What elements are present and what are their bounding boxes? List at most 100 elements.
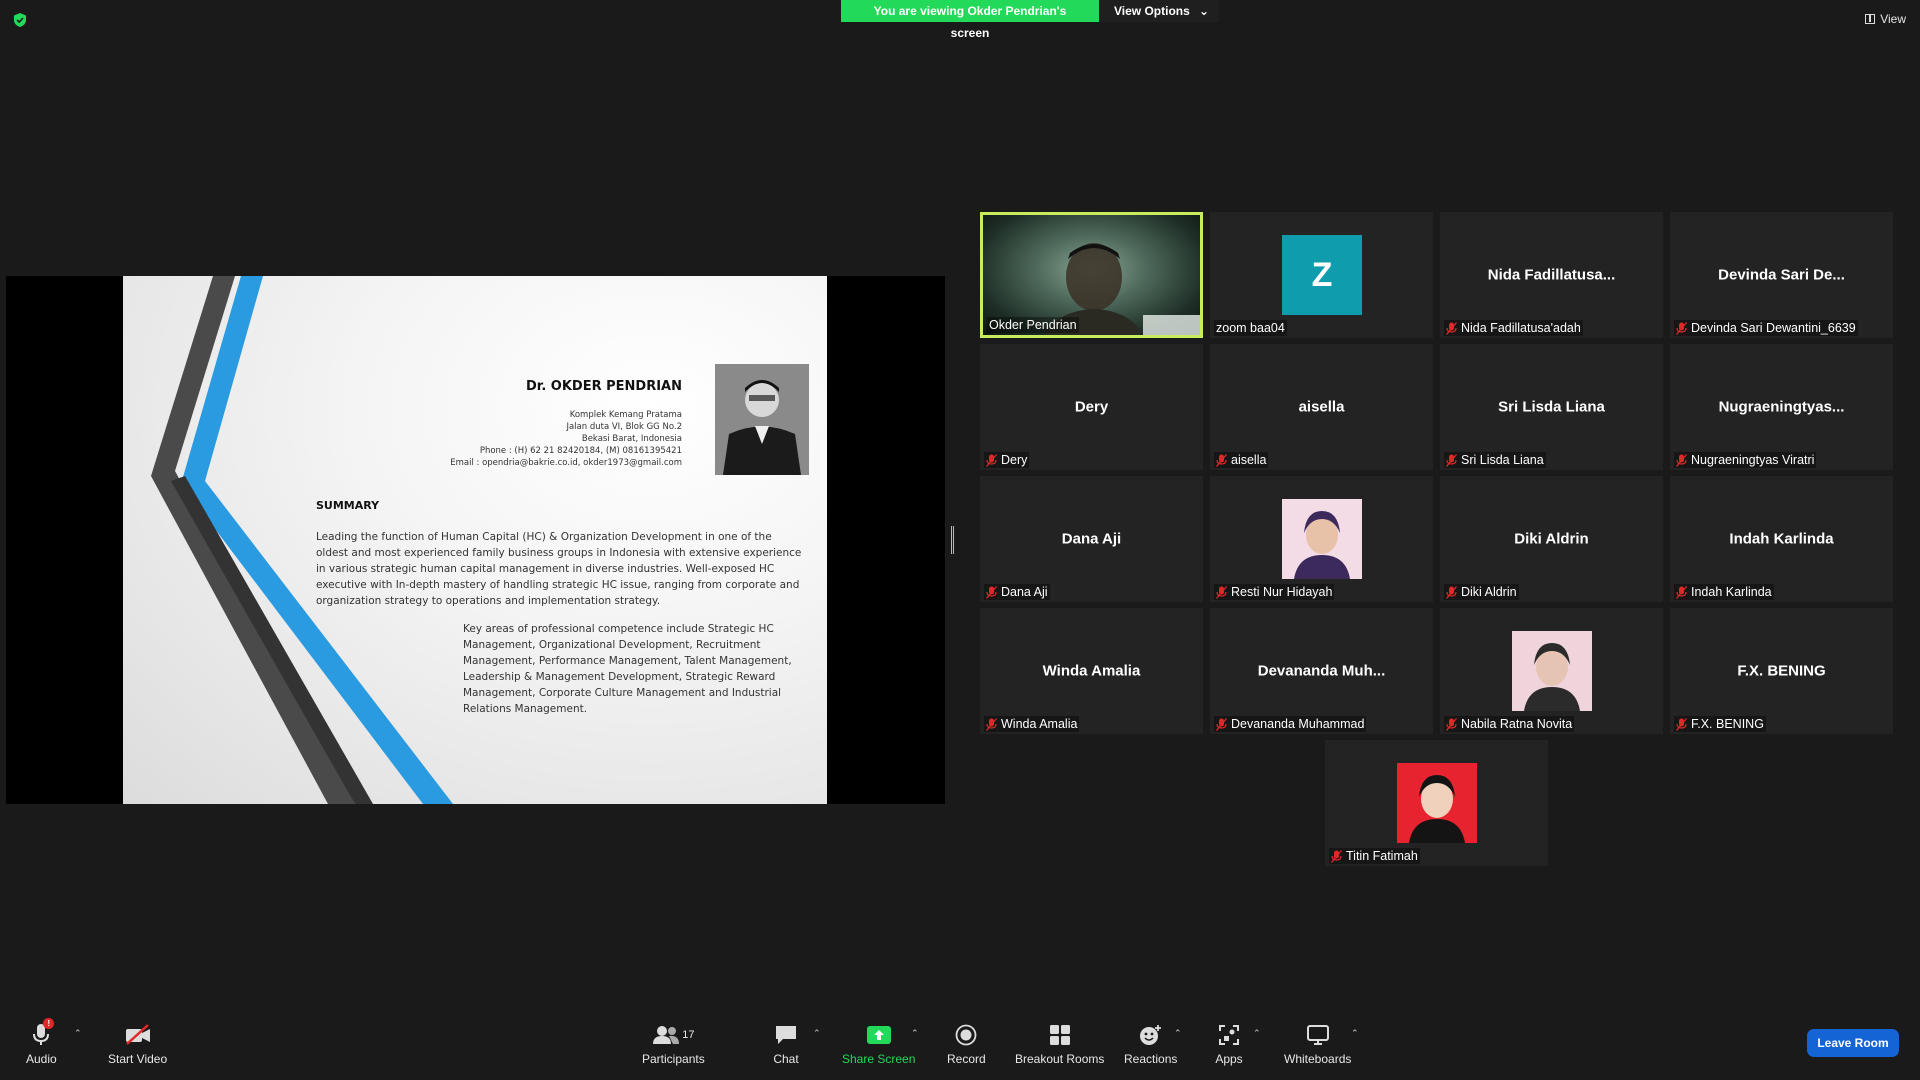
participant-name: Devinda Sari Dewantini_6639 xyxy=(1691,321,1856,335)
participant-name-label: Nida Fadillatusa'adah xyxy=(1444,320,1583,336)
participant-display-name: Nugraeningtyas... xyxy=(1718,398,1845,416)
record-icon xyxy=(951,1020,981,1050)
video-off-icon xyxy=(123,1020,153,1050)
participant-tile[interactable]: Devinda Sari De... Devinda Sari Dewantini… xyxy=(1670,212,1893,338)
participant-name-label: zoom baa04 xyxy=(1214,320,1287,336)
reactions-options-caret[interactable]: ⌃ xyxy=(1174,1028,1182,1039)
participant-tile[interactable]: Indah Karlinda Indah Karlinda xyxy=(1670,476,1893,602)
breakout-rooms-icon xyxy=(1045,1020,1075,1050)
whiteboards-options-caret[interactable]: ⌃ xyxy=(1351,1028,1359,1039)
participant-name: Sri Lisda Liana xyxy=(1461,453,1544,467)
participant-tile[interactable]: Titin Fatimah xyxy=(1325,740,1548,866)
view-options-button[interactable]: View Options ⌄ xyxy=(1099,0,1219,22)
leave-room-button[interactable]: Leave Room xyxy=(1807,1029,1899,1057)
participant-tile[interactable]: Dery Dery xyxy=(980,344,1203,470)
participant-name-label: Titin Fatimah xyxy=(1329,848,1420,864)
share-screen-icon xyxy=(864,1020,894,1050)
participant-display-name: Indah Karlinda xyxy=(1729,530,1834,548)
whiteboards-button[interactable]: Whiteboards xyxy=(1284,1020,1351,1066)
security-shield-icon[interactable] xyxy=(12,12,28,28)
participant-tile[interactable]: Winda Amalia Winda Amalia xyxy=(980,608,1203,734)
chat-button[interactable]: Chat xyxy=(771,1020,801,1066)
participant-name-label: Resti Nur Hidayah xyxy=(1214,584,1335,600)
competence-paragraph: Key areas of professional competence inc… xyxy=(463,623,792,715)
participant-name-label: Nabila Ratna Novita xyxy=(1444,716,1575,732)
participant-display-name: Devinda Sari De... xyxy=(1718,266,1845,284)
apps-button[interactable]: Apps xyxy=(1214,1020,1244,1066)
participant-name: Nabila Ratna Novita xyxy=(1461,717,1573,731)
meeting-toolbar: ! Audio ⌃ Start Video 17 Participants Ch… xyxy=(0,1010,1920,1080)
participant-name-label: Indah Karlinda xyxy=(1674,584,1774,600)
presentation-slide: Dr. OKDER PENDRIAN Komplek Kemang Pratam… xyxy=(123,276,827,804)
share-options-caret[interactable]: ⌃ xyxy=(911,1028,919,1039)
audio-options-caret[interactable]: ⌃ xyxy=(74,1028,82,1039)
participant-display-name: F.X. BENING xyxy=(1737,662,1826,680)
participant-tile[interactable]: Diki Aldrin Diki Aldrin xyxy=(1440,476,1663,602)
participant-name: F.X. BENING xyxy=(1691,717,1764,731)
muted-microphone-icon xyxy=(1446,585,1457,599)
participant-name: zoom baa04 xyxy=(1216,321,1285,335)
participant-tile[interactable]: Nabila Ratna Novita xyxy=(1440,608,1663,734)
speaker-photo xyxy=(715,364,809,475)
participant-tile[interactable]: Nida Fadillatusa... Nida Fadillatusa'adah xyxy=(1440,212,1663,338)
reactions-button[interactable]: Reactions xyxy=(1124,1020,1177,1066)
participant-display-name: Devananda Muh... xyxy=(1257,662,1386,680)
chat-label: Chat xyxy=(773,1052,799,1066)
split-view-divider-handle[interactable] xyxy=(951,526,954,554)
participant-display-name: Sri Lisda Liana xyxy=(1498,398,1605,416)
start-video-label: Start Video xyxy=(108,1052,168,1066)
participant-name-label: Devinda Sari Dewantini_6639 xyxy=(1674,320,1858,336)
participant-name-label: Devananda Muhammad xyxy=(1214,716,1367,732)
view-button[interactable]: View xyxy=(1865,12,1906,26)
participant-tile[interactable]: Devananda Muh... Devananda Muhammad xyxy=(1210,608,1433,734)
share-screen-button[interactable]: Share Screen xyxy=(842,1020,915,1066)
record-label: Record xyxy=(947,1052,986,1066)
record-button[interactable]: Record xyxy=(947,1020,986,1066)
participant-name: Diki Aldrin xyxy=(1461,585,1517,599)
participant-tile[interactable]: Nugraeningtyas... Nugraeningtyas Viratri xyxy=(1670,344,1893,470)
audio-button[interactable]: ! Audio xyxy=(26,1018,57,1066)
participant-name-label: Dery xyxy=(984,452,1030,468)
participant-name: Nida Fadillatusa'adah xyxy=(1461,321,1581,335)
screen-share-banner: You are viewing Okder Pendrian's screen … xyxy=(841,0,1219,40)
gallery-view-icon xyxy=(1865,14,1876,24)
profile-photo xyxy=(1282,499,1362,579)
participant-tile[interactable]: Okder Pendrian xyxy=(980,212,1203,338)
chat-icon xyxy=(771,1020,801,1050)
participant-name-label: Sri Lisda Liana xyxy=(1444,452,1546,468)
participant-display-name: Dana Aji xyxy=(1061,530,1122,548)
participant-name: Winda Amalia xyxy=(1001,717,1078,731)
microphone-icon: ! xyxy=(26,1018,56,1050)
participant-tile[interactable]: Resti Nur Hidayah xyxy=(1210,476,1433,602)
address-line: Bekasi Barat, Indonesia xyxy=(581,434,682,444)
reactions-icon xyxy=(1136,1020,1166,1050)
muted-microphone-icon xyxy=(1331,849,1342,863)
apps-options-caret[interactable]: ⌃ xyxy=(1253,1028,1261,1039)
breakout-rooms-button[interactable]: Breakout Rooms xyxy=(1015,1020,1104,1066)
whiteboard-icon xyxy=(1303,1020,1333,1050)
participant-tile[interactable]: F.X. BENING F.X. BENING xyxy=(1670,608,1893,734)
participant-tile[interactable]: aisella aisella xyxy=(1210,344,1433,470)
reactions-label: Reactions xyxy=(1124,1052,1178,1066)
muted-microphone-icon xyxy=(986,717,997,731)
phone-line: Phone : (H) 62 21 82420184, (M) 08161395… xyxy=(479,446,682,456)
participant-name-label: Okder Pendrian xyxy=(987,317,1079,333)
participant-name-label: Winda Amalia xyxy=(984,716,1080,732)
participant-name: Indah Karlinda xyxy=(1691,585,1772,599)
apps-label: Apps xyxy=(1215,1052,1243,1066)
chat-options-caret[interactable]: ⌃ xyxy=(813,1028,821,1039)
participant-name: Dana Aji xyxy=(1001,585,1048,599)
participant-tile[interactable]: Dana Aji Dana Aji xyxy=(980,476,1203,602)
participants-button[interactable]: 17 Participants xyxy=(642,1020,705,1066)
participants-label: Participants xyxy=(642,1052,705,1066)
participant-tile[interactable]: Sri Lisda Liana Sri Lisda Liana xyxy=(1440,344,1663,470)
muted-microphone-icon xyxy=(1676,321,1687,335)
start-video-button[interactable]: Start Video xyxy=(108,1020,167,1066)
shared-screen: Dr. OKDER PENDRIAN Komplek Kemang Pratam… xyxy=(6,276,945,804)
audio-label: Audio xyxy=(26,1052,57,1066)
participant-tile[interactable]: Zzoom baa04 xyxy=(1210,212,1433,338)
muted-microphone-icon xyxy=(1676,717,1687,731)
muted-microphone-icon xyxy=(1676,585,1687,599)
participant-name: Okder Pendrian xyxy=(989,318,1077,332)
muted-microphone-icon xyxy=(1216,717,1227,731)
